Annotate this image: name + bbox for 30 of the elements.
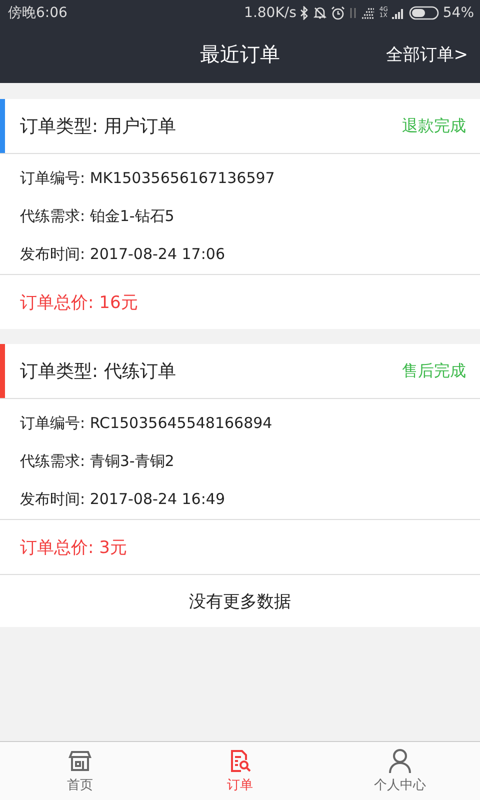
order-total: 订单总价: 16元	[20, 292, 138, 314]
muted-bell-icon	[313, 6, 328, 20]
order-total: 订单总价: 3元	[20, 536, 127, 558]
page-title: 最近订单	[200, 41, 280, 68]
order-detail: 发布时间: 2017-08-24 17:06	[20, 244, 226, 264]
all-orders-link[interactable]: 全部订单>	[386, 39, 468, 70]
tab[interactable]: 个人中心	[320, 742, 480, 800]
signal-icon	[361, 7, 376, 19]
data-arrows-icon	[349, 6, 358, 20]
alarm-clock-icon	[331, 6, 346, 20]
bluetooth-icon	[300, 6, 310, 20]
order-status: 退款完成	[402, 116, 466, 136]
order-detail: 订单编号: RC15035645548166894	[20, 413, 274, 433]
tab[interactable]: 订单	[160, 742, 320, 800]
store-icon	[67, 748, 93, 774]
order-detail: 代练需求: 铂金1-钻石5	[20, 206, 176, 226]
order-type: 订单类型: 代练订单	[20, 360, 176, 383]
status-time: 傍晚6:06	[8, 4, 68, 22]
battery-icon	[408, 6, 439, 20]
order-status: 售后完成	[402, 360, 466, 382]
no-more-data: 没有更多数据	[189, 590, 291, 612]
order-detail: 发布时间: 2017-08-24 16:49	[20, 489, 226, 509]
battery-percent: 54%	[442, 5, 474, 21]
order-detail: 代练需求: 青铜3-青铜2	[20, 451, 176, 471]
tab[interactable]: 首页	[0, 742, 160, 800]
signal-bars-icon	[392, 7, 405, 19]
network-speed: 1.80K/s	[244, 5, 296, 21]
order-type: 订单类型: 用户订单	[20, 115, 176, 138]
person-icon	[387, 748, 413, 774]
order-detail: 订单编号: MK15035656167136597	[20, 168, 276, 188]
